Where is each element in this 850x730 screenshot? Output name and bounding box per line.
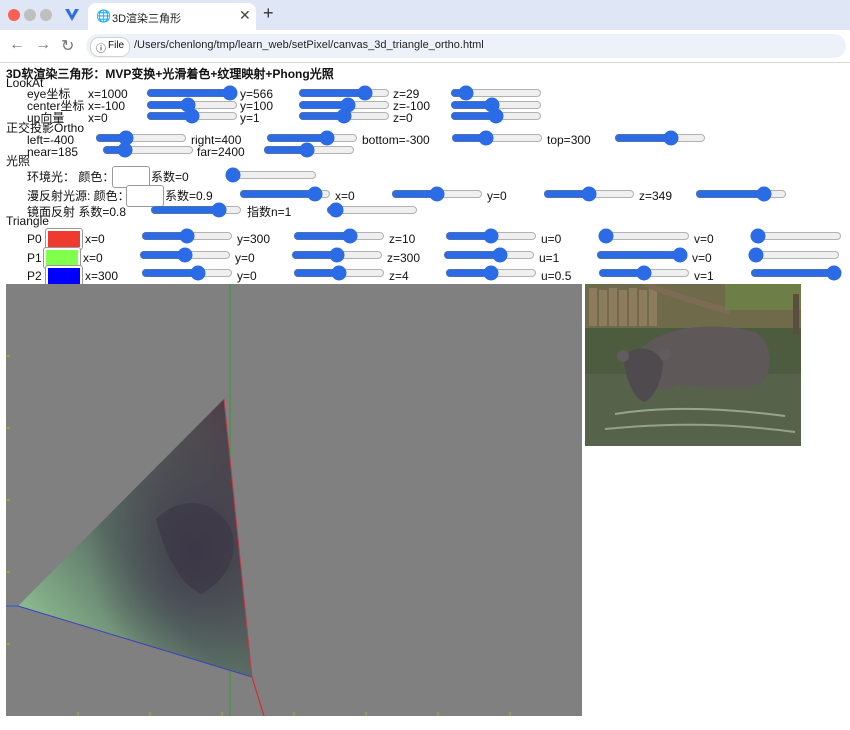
page-title: 3D软渲染三角形：MVP变换+光滑着色+纹理映射+Phong光照 bbox=[6, 67, 334, 81]
p0-v-label: v=0 bbox=[694, 232, 714, 246]
p1-label: P1 bbox=[27, 251, 42, 265]
render-svg bbox=[6, 284, 511, 716]
browser-chrome: 🌐 3D渲染三角形 ✕ + ← → ↻ ⓘ File /Users/chenlo… bbox=[0, 0, 850, 63]
p0-y-slider[interactable] bbox=[293, 230, 385, 242]
p2-u-slider[interactable] bbox=[598, 267, 690, 279]
p1-v-label: v=0 bbox=[692, 251, 712, 265]
up-y-slider[interactable] bbox=[298, 110, 390, 122]
p2-x-slider[interactable] bbox=[141, 267, 233, 279]
p1-v-slider[interactable] bbox=[748, 249, 840, 261]
globe-icon: 🌐 bbox=[96, 9, 111, 23]
axis-ticks bbox=[6, 355, 511, 716]
p0-z-label: z=10 bbox=[389, 232, 416, 246]
p2-y-slider[interactable] bbox=[293, 267, 385, 279]
ortho-bottom-slider[interactable] bbox=[451, 132, 543, 144]
p1-z-slider[interactable] bbox=[443, 249, 535, 261]
diffuse-coef-label: 系数=0.9 bbox=[165, 189, 213, 203]
p2-v-slider[interactable] bbox=[750, 267, 842, 279]
z-axis-line bbox=[251, 676, 265, 716]
specular-coef-slider[interactable] bbox=[150, 204, 242, 216]
light-heading: 光照 bbox=[6, 154, 31, 168]
ambient-color-swatch bbox=[115, 169, 147, 185]
diffuse-z-slider[interactable] bbox=[695, 188, 787, 200]
p2-x-label: x=300 bbox=[85, 269, 119, 283]
ambient-label: 环境光： 颜色： bbox=[27, 170, 115, 184]
diffuse-x-slider[interactable] bbox=[391, 188, 483, 200]
back-arrow-icon[interactable]: ← bbox=[9, 36, 25, 54]
p1-u-slider[interactable] bbox=[596, 249, 688, 261]
p0-v-slider[interactable] bbox=[750, 230, 842, 242]
diffuse-x-label: x=0 bbox=[335, 189, 355, 203]
p1-x-label: x=0 bbox=[83, 251, 103, 265]
tab-active[interactable]: 🌐 3D渲染三角形 ✕ bbox=[88, 3, 256, 30]
p2-z-slider[interactable] bbox=[445, 267, 537, 279]
p1-x-slider[interactable] bbox=[139, 249, 231, 261]
p1-color-swatch bbox=[46, 250, 78, 266]
p0-x-label: x=0 bbox=[85, 232, 105, 246]
info-icon: ⓘ bbox=[96, 44, 106, 55]
p1-z-label: z=300 bbox=[387, 251, 421, 265]
p2-color-swatch bbox=[48, 268, 80, 284]
specular-exp-label: 指数n=1 bbox=[247, 205, 292, 219]
diffuse-z-label: z=349 bbox=[639, 189, 673, 203]
up-x-label: x=0 bbox=[88, 111, 108, 125]
up-y-label: y=1 bbox=[240, 111, 260, 125]
diffuse-y-slider[interactable] bbox=[543, 188, 635, 200]
up-z-label: z=0 bbox=[393, 111, 413, 125]
site-info-chip[interactable]: ⓘ File bbox=[90, 37, 130, 57]
p2-u-label: u=0.5 bbox=[541, 269, 572, 283]
app-logo-icon bbox=[65, 9, 79, 21]
p0-u-label: u=0 bbox=[541, 232, 562, 246]
p1-y-label: y=0 bbox=[235, 251, 255, 265]
p1-u-label: u=1 bbox=[539, 251, 560, 265]
ortho-near-slider[interactable] bbox=[102, 144, 194, 156]
diffuse-label: 漫反射光源: 颜色： bbox=[27, 189, 130, 203]
diffuse-coef-slider[interactable] bbox=[239, 188, 331, 200]
tab-bar: 🌐 3D渲染三角形 ✕ + bbox=[0, 0, 850, 30]
render-canvas bbox=[6, 284, 582, 716]
window-minimize-button[interactable] bbox=[24, 9, 36, 21]
texture-image bbox=[585, 284, 801, 446]
triangle-heading: Triangle bbox=[6, 214, 49, 228]
ambient-coef-label: 系数=0 bbox=[151, 170, 189, 184]
p2-y-label: y=0 bbox=[237, 269, 257, 283]
rhino-photo-svg bbox=[585, 284, 801, 446]
up-z-slider[interactable] bbox=[450, 110, 542, 122]
up-x-slider[interactable] bbox=[146, 110, 238, 122]
p2-label: P2 bbox=[27, 269, 42, 283]
window-zoom-button[interactable] bbox=[40, 9, 52, 21]
ortho-near-label: near=185 bbox=[27, 145, 79, 159]
p0-z-slider[interactable] bbox=[445, 230, 537, 242]
browser-toolbar: ← → ↻ ⓘ File /Users/chenlong/tmp/learn_w… bbox=[0, 30, 850, 63]
ortho-far-slider[interactable] bbox=[263, 144, 355, 156]
p0-y-label: y=300 bbox=[237, 232, 271, 246]
ortho-top-label: top=300 bbox=[547, 133, 591, 147]
p0-u-slider[interactable] bbox=[598, 230, 690, 242]
url-text: /Users/chenlong/tmp/learn_web/setPixel/c… bbox=[134, 39, 484, 51]
p2-v-label: v=1 bbox=[694, 269, 714, 283]
diffuse-y-label: y=0 bbox=[487, 189, 507, 203]
p0-label: P0 bbox=[27, 232, 42, 246]
tab-close-icon[interactable]: ✕ bbox=[239, 7, 251, 24]
ortho-far-label: far=2400 bbox=[197, 145, 245, 159]
p0-color-swatch bbox=[48, 231, 80, 247]
ortho-bottom-label: bottom=-300 bbox=[362, 133, 430, 147]
reload-icon[interactable]: ↻ bbox=[61, 36, 74, 56]
page-content: 3D软渲染三角形：MVP变换+光滑着色+纹理映射+Phong光照 LookAt … bbox=[0, 62, 850, 730]
address-bar[interactable]: ⓘ File /Users/chenlong/tmp/learn_web/set… bbox=[86, 34, 846, 58]
p0-x-slider[interactable] bbox=[141, 230, 233, 242]
ambient-coef-slider[interactable] bbox=[225, 169, 317, 181]
forward-arrow-icon[interactable]: → bbox=[35, 36, 51, 54]
tab-title: 3D渲染三角形 bbox=[112, 13, 182, 25]
specular-exp-slider[interactable] bbox=[326, 204, 418, 216]
ortho-top-slider[interactable] bbox=[614, 132, 706, 144]
new-tab-button[interactable]: + bbox=[263, 3, 274, 24]
window-close-button[interactable] bbox=[8, 9, 20, 21]
p2-z-label: z=4 bbox=[389, 269, 409, 283]
p1-y-slider[interactable] bbox=[291, 249, 383, 261]
